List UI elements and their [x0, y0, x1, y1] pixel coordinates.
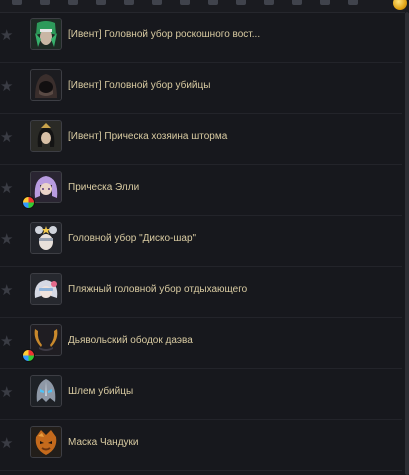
list-item[interactable]: ★ Прическа Элли: [0, 165, 402, 216]
item-list: ★ [Ивент] Головной убор роскошного вост.…: [0, 12, 402, 475]
disco-ball-headdress-icon: [30, 222, 62, 254]
list-item[interactable]: ★ Головной убор "Диско-шар": [0, 216, 402, 267]
toolbar-icon[interactable]: [208, 0, 218, 5]
list-item[interactable]: ★ [Ивент] Головной убор роскошного вост.…: [0, 12, 402, 63]
toolbar-icon[interactable]: [152, 0, 162, 5]
favorite-star-icon[interactable]: ★: [0, 27, 14, 43]
list-item[interactable]: ★ Маска Чандуки: [0, 420, 402, 471]
favorite-star-icon[interactable]: ★: [0, 435, 14, 451]
item-label: [Ивент] Прическа хозяина шторма: [68, 131, 228, 142]
list-item[interactable]: ★ Шлем убийцы: [0, 369, 402, 420]
favorite-star-icon[interactable]: ★: [0, 78, 14, 94]
favorite-star-icon[interactable]: ★: [0, 231, 14, 247]
scrollbar[interactable]: [405, 12, 409, 475]
assassin-helmet-icon: [30, 375, 62, 407]
storm-master-hairstyle-icon: [30, 120, 62, 152]
green-oriental-headdress-icon: [30, 18, 62, 50]
favorite-star-icon[interactable]: ★: [0, 333, 14, 349]
toolbar-icon[interactable]: [124, 0, 134, 5]
dye-palette-icon: [23, 350, 34, 361]
devil-horns-headband-icon: [30, 324, 62, 356]
gold-coin-icon[interactable]: [393, 0, 407, 10]
item-label: Прическа Элли: [68, 182, 140, 193]
toolbar-icon[interactable]: [68, 0, 78, 5]
toolbar-icon[interactable]: [292, 0, 302, 5]
list-item[interactable]: ★ [Ивент] Головной убор убийцы: [0, 63, 402, 114]
toolbar-icon[interactable]: [320, 0, 330, 5]
toolbar-icon[interactable]: [40, 0, 50, 5]
toolbar-icon[interactable]: [12, 0, 22, 5]
scrollbar-thumb[interactable]: [405, 12, 409, 475]
toolbar-icon[interactable]: [348, 0, 358, 5]
chanduki-mask-icon: [30, 426, 62, 458]
dye-palette-icon: [23, 197, 34, 208]
assassin-hood-icon: [30, 69, 62, 101]
favorite-star-icon[interactable]: ★: [0, 282, 14, 298]
elli-hairstyle-icon: [30, 171, 62, 203]
favorite-star-icon[interactable]: ★: [0, 129, 14, 145]
list-item[interactable]: ★ [Ивент] Прическа хозяина шторма: [0, 114, 402, 165]
beach-hat-icon: [30, 273, 62, 305]
favorite-star-icon[interactable]: ★: [0, 384, 14, 400]
toolbar-icon[interactable]: [180, 0, 190, 5]
list-item[interactable]: ★ Пляжный головной убор отдыхающего: [0, 267, 402, 318]
item-label: Шлем убийцы: [68, 386, 134, 397]
item-label: Пляжный головной убор отдыхающего: [68, 284, 248, 295]
favorite-star-icon[interactable]: ★: [0, 180, 14, 196]
toolbar-icon[interactable]: [264, 0, 274, 5]
item-label: [Ивент] Головной убор роскошного вост...: [68, 29, 261, 40]
toolbar-icon[interactable]: [236, 0, 246, 5]
item-label: [Ивент] Головной убор убийцы: [68, 80, 211, 91]
item-label: Маска Чандуки: [68, 437, 139, 448]
toolbar-icon[interactable]: [96, 0, 106, 5]
list-item[interactable]: ★ Дьявольский ободок даэва: [0, 318, 402, 369]
item-label: Головной убор "Диско-шар": [68, 233, 197, 244]
item-label: Дьявольский ободок даэва: [68, 335, 193, 346]
